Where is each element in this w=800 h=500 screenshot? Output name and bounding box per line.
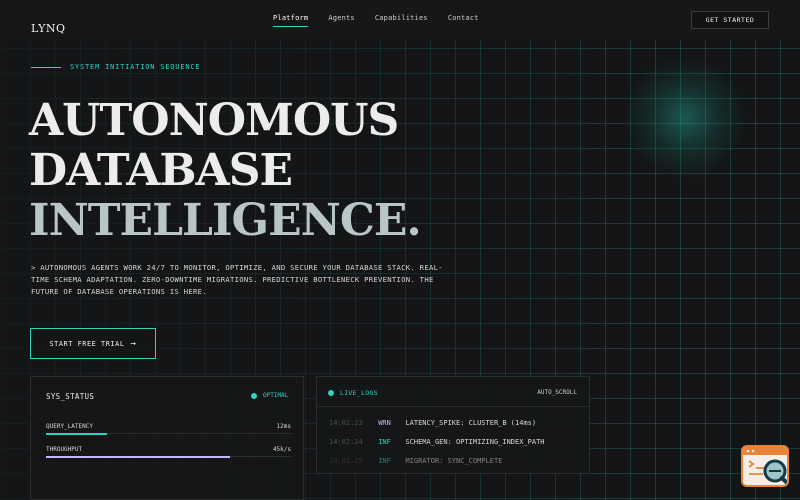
eyebrow-line: [31, 67, 61, 68]
headline-line-1: AUTONOMOUS: [29, 95, 399, 146]
start-free-trial-button[interactable]: START FREE TRIAL →: [30, 328, 156, 359]
teal-glow: [625, 58, 745, 178]
log-entry: 14:02:23 WRN LATENCY_SPIKE: CLUSTER_B (1…: [329, 419, 536, 427]
headline-line-3: INTELLIGENCE.: [29, 195, 422, 246]
latency-bar-fill: [46, 432, 108, 435]
status-state: OPTIMAL: [263, 392, 289, 399]
top-navbar: LYNQ Platform Agents Capabilities Contac…: [0, 0, 800, 40]
log-message: LATENCY_SPIKE: CLUSTER_B (14ms): [405, 419, 537, 427]
nav-agents[interactable]: Agents: [328, 14, 355, 27]
log-time: 14:02:24: [329, 438, 363, 446]
logs-divider: [317, 406, 589, 407]
metric-track: [46, 455, 291, 458]
status-indicator: OPTIMAL: [251, 392, 288, 399]
metric-value: 45k/s: [272, 446, 291, 453]
headline-line-2: DATABASE: [29, 145, 293, 196]
log-entry: 14:02:24 INF SCHEMA_GEN: OPTIMIZING_INDE…: [329, 438, 545, 446]
metric-label: QUERY_LATENCY: [46, 423, 93, 430]
logs-title: LIVE_LOGS: [340, 389, 378, 397]
live-dot-icon: [328, 390, 334, 396]
nav-contact[interactable]: Contact: [448, 14, 479, 27]
eyebrow-text: SYSTEM INITIATION SEQUENCE: [70, 63, 201, 71]
logs-title-group: LIVE_LOGS: [328, 389, 378, 397]
log-level: WRN: [378, 419, 391, 427]
arrow-right-icon: →: [130, 338, 137, 349]
log-message: SCHEMA_GEN: OPTIMIZING_INDEX_PATH: [405, 438, 545, 446]
sys-status-panel: SYS_STATUS OPTIMAL QUERY_LATENCY 12ms TH…: [30, 376, 304, 500]
metric-track: [46, 432, 291, 435]
throughput-bar-fill: [46, 455, 230, 458]
live-logs-panel: LIVE_LOGS AUTO_SCROLL 14:02:23 WRN LATEN…: [316, 376, 590, 474]
log-entry: 14:02:25 INF MIGRATOR: SYNC_COMPLETE: [329, 457, 502, 465]
get-started-button[interactable]: GET STARTED: [691, 11, 769, 29]
metric-value: 12ms: [276, 423, 291, 430]
log-level: INF: [378, 457, 391, 465]
status-title: SYS_STATUS: [46, 392, 95, 401]
code-search-widget[interactable]: [741, 445, 789, 487]
log-time: 14:02:25: [329, 457, 363, 465]
hero-description: > AUTONOMOUS AGENTS WORK 24/7 TO MONITOR…: [31, 263, 443, 296]
logo[interactable]: LYNQ: [31, 22, 66, 35]
code-search-icon: [743, 447, 787, 485]
trial-label: START FREE TRIAL: [49, 339, 125, 348]
status-dot-icon: [251, 392, 257, 399]
auto-scroll-toggle[interactable]: AUTO_SCROLL: [537, 389, 577, 396]
nav-platform[interactable]: Platform: [273, 14, 309, 27]
log-time: 14:02:23: [329, 419, 363, 427]
log-message: MIGRATOR: SYNC_COMPLETE: [405, 457, 503, 465]
main-nav: Platform Agents Capabilities Contact: [273, 14, 499, 27]
nav-capabilities[interactable]: Capabilities: [375, 14, 428, 27]
log-level: INF: [378, 438, 391, 446]
metric-label: THROUGHPUT: [46, 446, 83, 453]
